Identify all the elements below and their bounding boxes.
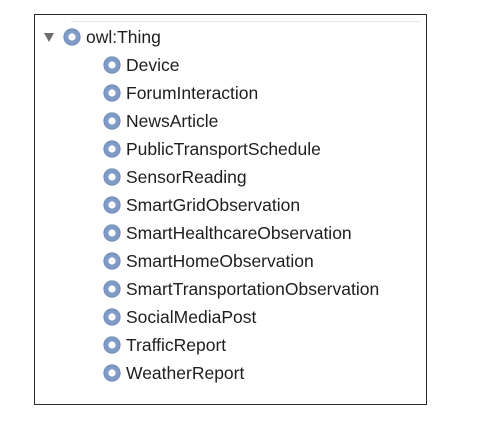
class-hierarchy-panel: owl:Thing Device ForumInteraction NewsArti… <box>34 14 427 405</box>
tree-node-owl-thing[interactable]: owl:Thing <box>43 26 161 48</box>
owl-class-icon <box>103 84 121 102</box>
tree-node-social-media-post[interactable]: SocialMediaPost <box>103 306 256 328</box>
tree-node-label: PublicTransportSchedule <box>126 139 321 159</box>
tree-node-device[interactable]: Device <box>103 54 180 76</box>
tree-node-label: SocialMediaPost <box>126 307 257 327</box>
owl-class-icon <box>103 308 121 326</box>
owl-class-icon <box>103 196 121 214</box>
tree-node-news-article[interactable]: NewsArticle <box>103 110 218 132</box>
owl-class-icon <box>103 140 121 158</box>
owl-class-icon <box>103 224 121 242</box>
owl-class-icon <box>103 280 121 298</box>
owl-class-icon <box>103 112 121 130</box>
triangle-down-icon[interactable] <box>43 31 55 43</box>
tree-node-label: ForumInteraction <box>126 83 259 103</box>
panel-divider <box>71 21 420 22</box>
tree-node-weather-report[interactable]: WeatherReport <box>103 362 244 384</box>
tree-node-smart-grid-observation[interactable]: SmartGridObservation <box>103 194 300 216</box>
tree-node-traffic-report[interactable]: TrafficReport <box>103 334 226 356</box>
tree-node-forum-interaction[interactable]: ForumInteraction <box>103 82 258 104</box>
tree-node-label: NewsArticle <box>126 111 219 131</box>
tree-node-smart-healthcare-observation[interactable]: SmartHealthcareObservation <box>103 222 352 244</box>
tree-node-smart-transportation-observation[interactable]: SmartTransportationObservation <box>103 278 379 300</box>
owl-class-icon <box>103 168 121 186</box>
tree-node-label: SmartHomeObservation <box>126 251 314 271</box>
owl-class-icon <box>103 56 121 74</box>
tree-node-public-transport-schedule[interactable]: PublicTransportSchedule <box>103 138 321 160</box>
tree-node-sensor-reading[interactable]: SensorReading <box>103 166 247 188</box>
owl-class-icon <box>103 364 121 382</box>
tree-node-label: owl:Thing <box>86 27 161 47</box>
tree-node-label: SensorReading <box>126 167 247 187</box>
tree-node-label: SmartTransportationObservation <box>126 279 380 299</box>
tree-node-label: WeatherReport <box>126 363 245 383</box>
owl-class-icon <box>63 28 81 46</box>
tree-node-label: TrafficReport <box>126 335 227 355</box>
owl-class-icon <box>103 252 121 270</box>
tree-node-smart-home-observation[interactable]: SmartHomeObservation <box>103 250 314 272</box>
tree-node-label: SmartGridObservation <box>126 195 301 215</box>
tree-node-label: Device <box>126 55 180 75</box>
tree-node-label: SmartHealthcareObservation <box>126 223 352 243</box>
owl-class-icon <box>103 336 121 354</box>
